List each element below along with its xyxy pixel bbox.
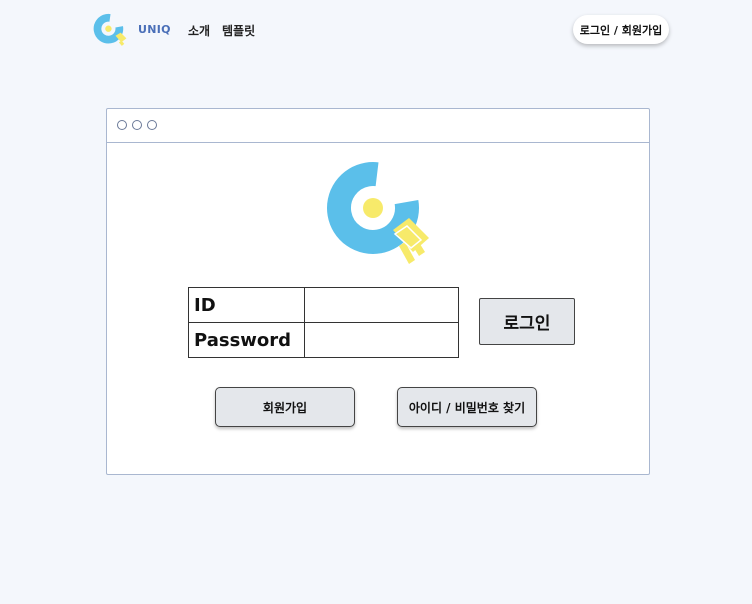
window-dot-icon[interactable] bbox=[147, 120, 157, 130]
login-button[interactable]: 로그인 bbox=[479, 298, 575, 345]
find-id-password-button[interactable]: 아이디 / 비밀번호 찾기 bbox=[397, 387, 537, 427]
uniq-key-logo-icon bbox=[327, 162, 429, 264]
id-label: ID bbox=[188, 287, 305, 323]
top-navbar: UNIQ 소개 템플릿 로그인 / 회원가입 bbox=[0, 0, 752, 60]
window-dot-icon[interactable] bbox=[117, 120, 127, 130]
window-dot-icon[interactable] bbox=[132, 120, 142, 130]
id-input[interactable] bbox=[305, 288, 458, 322]
nav-intro[interactable]: 소개 bbox=[188, 22, 210, 39]
uniq-logo-icon[interactable] bbox=[93, 13, 129, 47]
signup-button[interactable]: 회원가입 bbox=[215, 387, 355, 427]
password-input[interactable] bbox=[305, 323, 458, 357]
brand-name[interactable]: UNIQ bbox=[138, 23, 171, 36]
browser-window: ID Password 로그인 회원가입 아이디 / 비밀번호 찾기 bbox=[106, 108, 650, 475]
login-signup-button[interactable]: 로그인 / 회원가입 bbox=[573, 15, 669, 44]
password-label: Password bbox=[188, 322, 305, 358]
nav-template[interactable]: 템플릿 bbox=[222, 22, 255, 39]
window-titlebar bbox=[107, 109, 649, 143]
credentials-table: ID Password bbox=[188, 287, 459, 358]
